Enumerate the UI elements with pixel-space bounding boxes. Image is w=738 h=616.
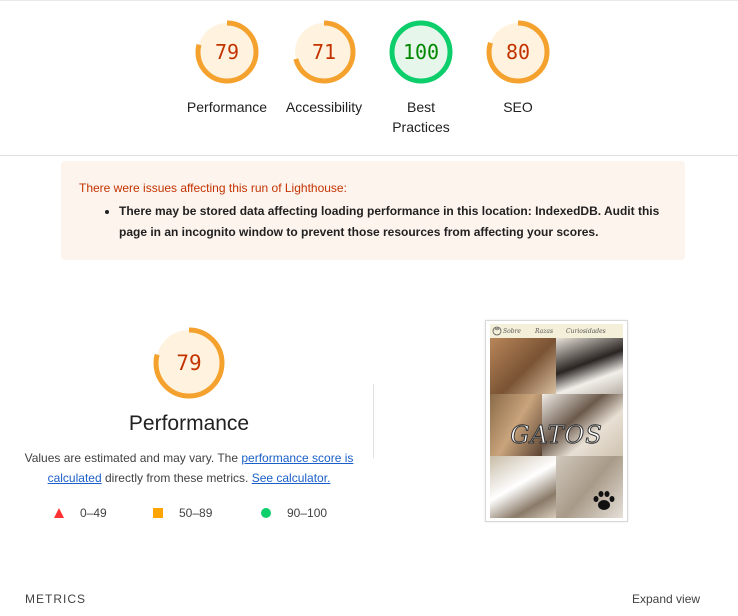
screenshot-nav-item: Sobre	[503, 328, 521, 335]
expand-view-toggle[interactable]: Expand view	[632, 592, 700, 606]
gauge-label: Best Practices	[392, 99, 450, 135]
screenshot-nav-item: Curiosidades	[566, 328, 606, 335]
gauge-label: Performance	[186, 99, 268, 115]
gauge-ring: 79	[194, 19, 260, 85]
gauge-performance[interactable]: 79 Performance	[177, 19, 277, 117]
square-icon	[153, 508, 163, 518]
gauge-score: 80	[505, 40, 531, 64]
gauge-ring: 71	[291, 19, 357, 85]
gauge-score: 100	[402, 40, 440, 64]
score-gauges: 79 Performance 71 Accessibility 100 Best…	[0, 0, 738, 156]
desc-prefix: Values are estimated and may vary. The	[24, 451, 242, 465]
triangle-icon	[54, 508, 64, 518]
cat-photo	[490, 456, 556, 518]
warning-title: There were issues affecting this run of …	[79, 181, 347, 195]
circle-icon	[261, 508, 271, 518]
vertical-divider	[373, 384, 374, 458]
final-screenshot[interactable]: Sobre Razas Curiosidades GATOS	[485, 320, 628, 522]
cat-logo-icon	[492, 326, 502, 336]
desc-middle: directly from these metrics.	[101, 471, 252, 485]
legend-range: 50–89	[179, 506, 213, 520]
warning-list: There may be stored data affecting loadi…	[119, 201, 667, 243]
cat-photo	[490, 338, 556, 394]
gauge-ring: 80	[485, 19, 551, 85]
screenshot-nav: Sobre Razas Curiosidades	[490, 324, 623, 338]
screenshot-nav-item: Razas	[535, 328, 554, 335]
cat-photo	[556, 338, 623, 394]
calculator-link[interactable]: See calculator.	[252, 471, 331, 485]
gauge-accessibility[interactable]: 71 Accessibility	[274, 19, 374, 117]
gauge-ring: 100	[388, 19, 454, 85]
metrics-heading: METRICS	[25, 592, 86, 606]
performance-title: Performance	[128, 412, 250, 435]
legend-range: 0–49	[80, 506, 107, 520]
gauge-score: 71	[311, 40, 337, 64]
gauge-label: Accessibility	[285, 99, 363, 115]
gauge-seo[interactable]: 80 SEO	[468, 19, 568, 117]
performance-gauge: 79	[152, 326, 226, 400]
gauge-score: 79	[214, 40, 240, 64]
screenshot-overlay-title: GATOS	[510, 421, 603, 450]
gauge-best-practices[interactable]: 100 Best Practices	[371, 19, 471, 137]
performance-description: Values are estimated and may vary. The p…	[24, 448, 354, 488]
gauge-label: SEO	[503, 99, 533, 115]
legend-range: 90–100	[287, 506, 328, 520]
warning-item: There may be stored data affecting loadi…	[119, 201, 667, 243]
warning-box: There were issues affecting this run of …	[61, 161, 685, 260]
paw-icon	[593, 491, 615, 510]
performance-score: 79	[176, 351, 202, 375]
